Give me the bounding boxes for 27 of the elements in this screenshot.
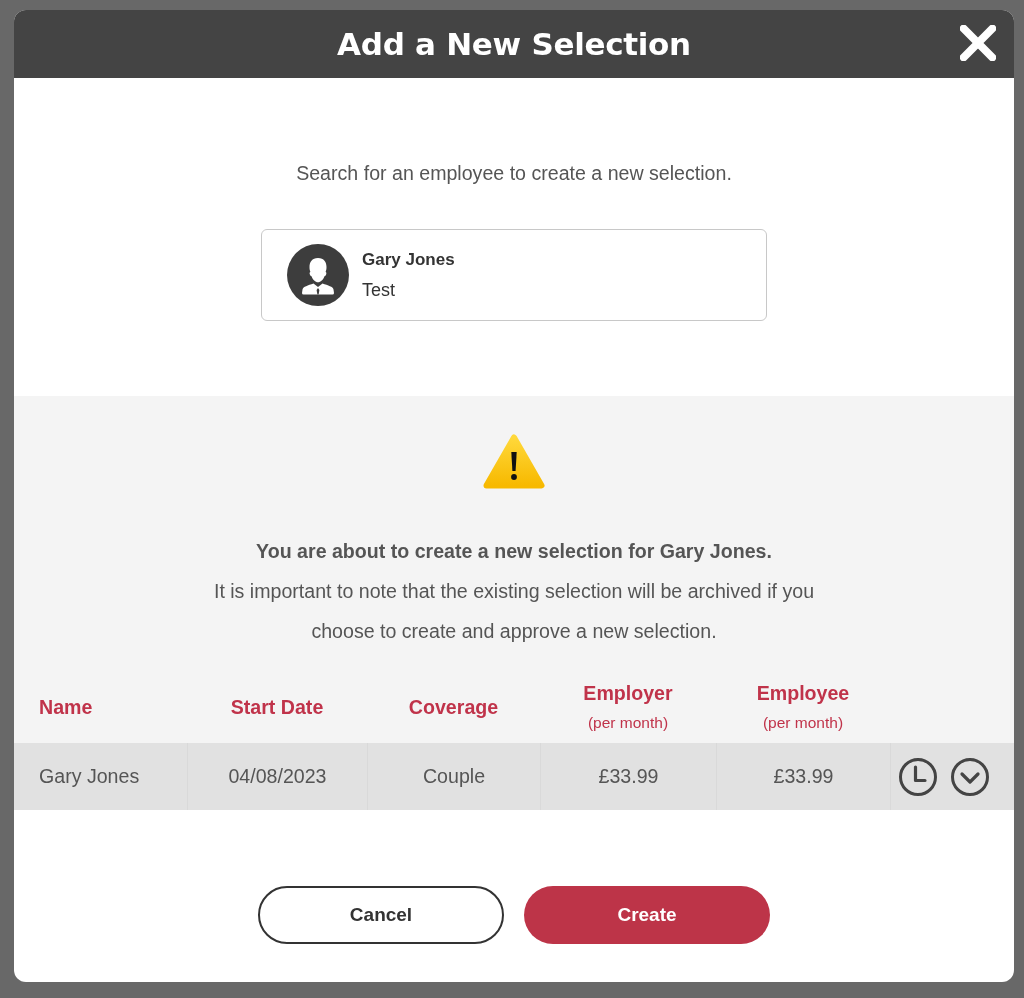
warning-icon [483,434,545,489]
table-cell: £33.99 [540,743,716,810]
create-button[interactable]: Create [524,886,770,944]
search-prompt: Search for an employee to create a new selection. [296,162,732,184]
warning-heading: You are about to create a new selection for Gary Jones. [256,540,772,562]
column-header: Coverage [408,695,499,718]
table-cell: 04/08/2023 [187,743,367,810]
column-subheader: (per month) [762,713,844,732]
cancel-button[interactable]: Cancel [258,886,504,944]
column-header: Name [39,695,93,718]
close-icon [960,25,996,61]
column-subheader: (per month) [587,713,669,732]
dialog-title: Add a New Selection [337,26,691,62]
chevron-down-icon[interactable] [950,756,990,797]
column-header: Start Date [230,695,324,718]
close-button[interactable] [960,25,996,61]
employee-detail: Test [362,280,396,300]
table-cell-text: Gary Jones [38,764,141,789]
table-cell: Couple [367,743,540,810]
employee-card[interactable]: Gary Jones Test [261,229,767,321]
table-cell: £33.99 [716,743,890,810]
column-header: Employee [756,681,850,704]
employee-name: Gary Jones [362,250,455,270]
warning-message: It is important to note that the existing selection will be archived if you choose to create and approve a new selection. [212,579,816,644]
clock-icon[interactable] [898,756,938,797]
column-header: Employer [583,681,673,704]
avatar-icon [287,244,349,306]
